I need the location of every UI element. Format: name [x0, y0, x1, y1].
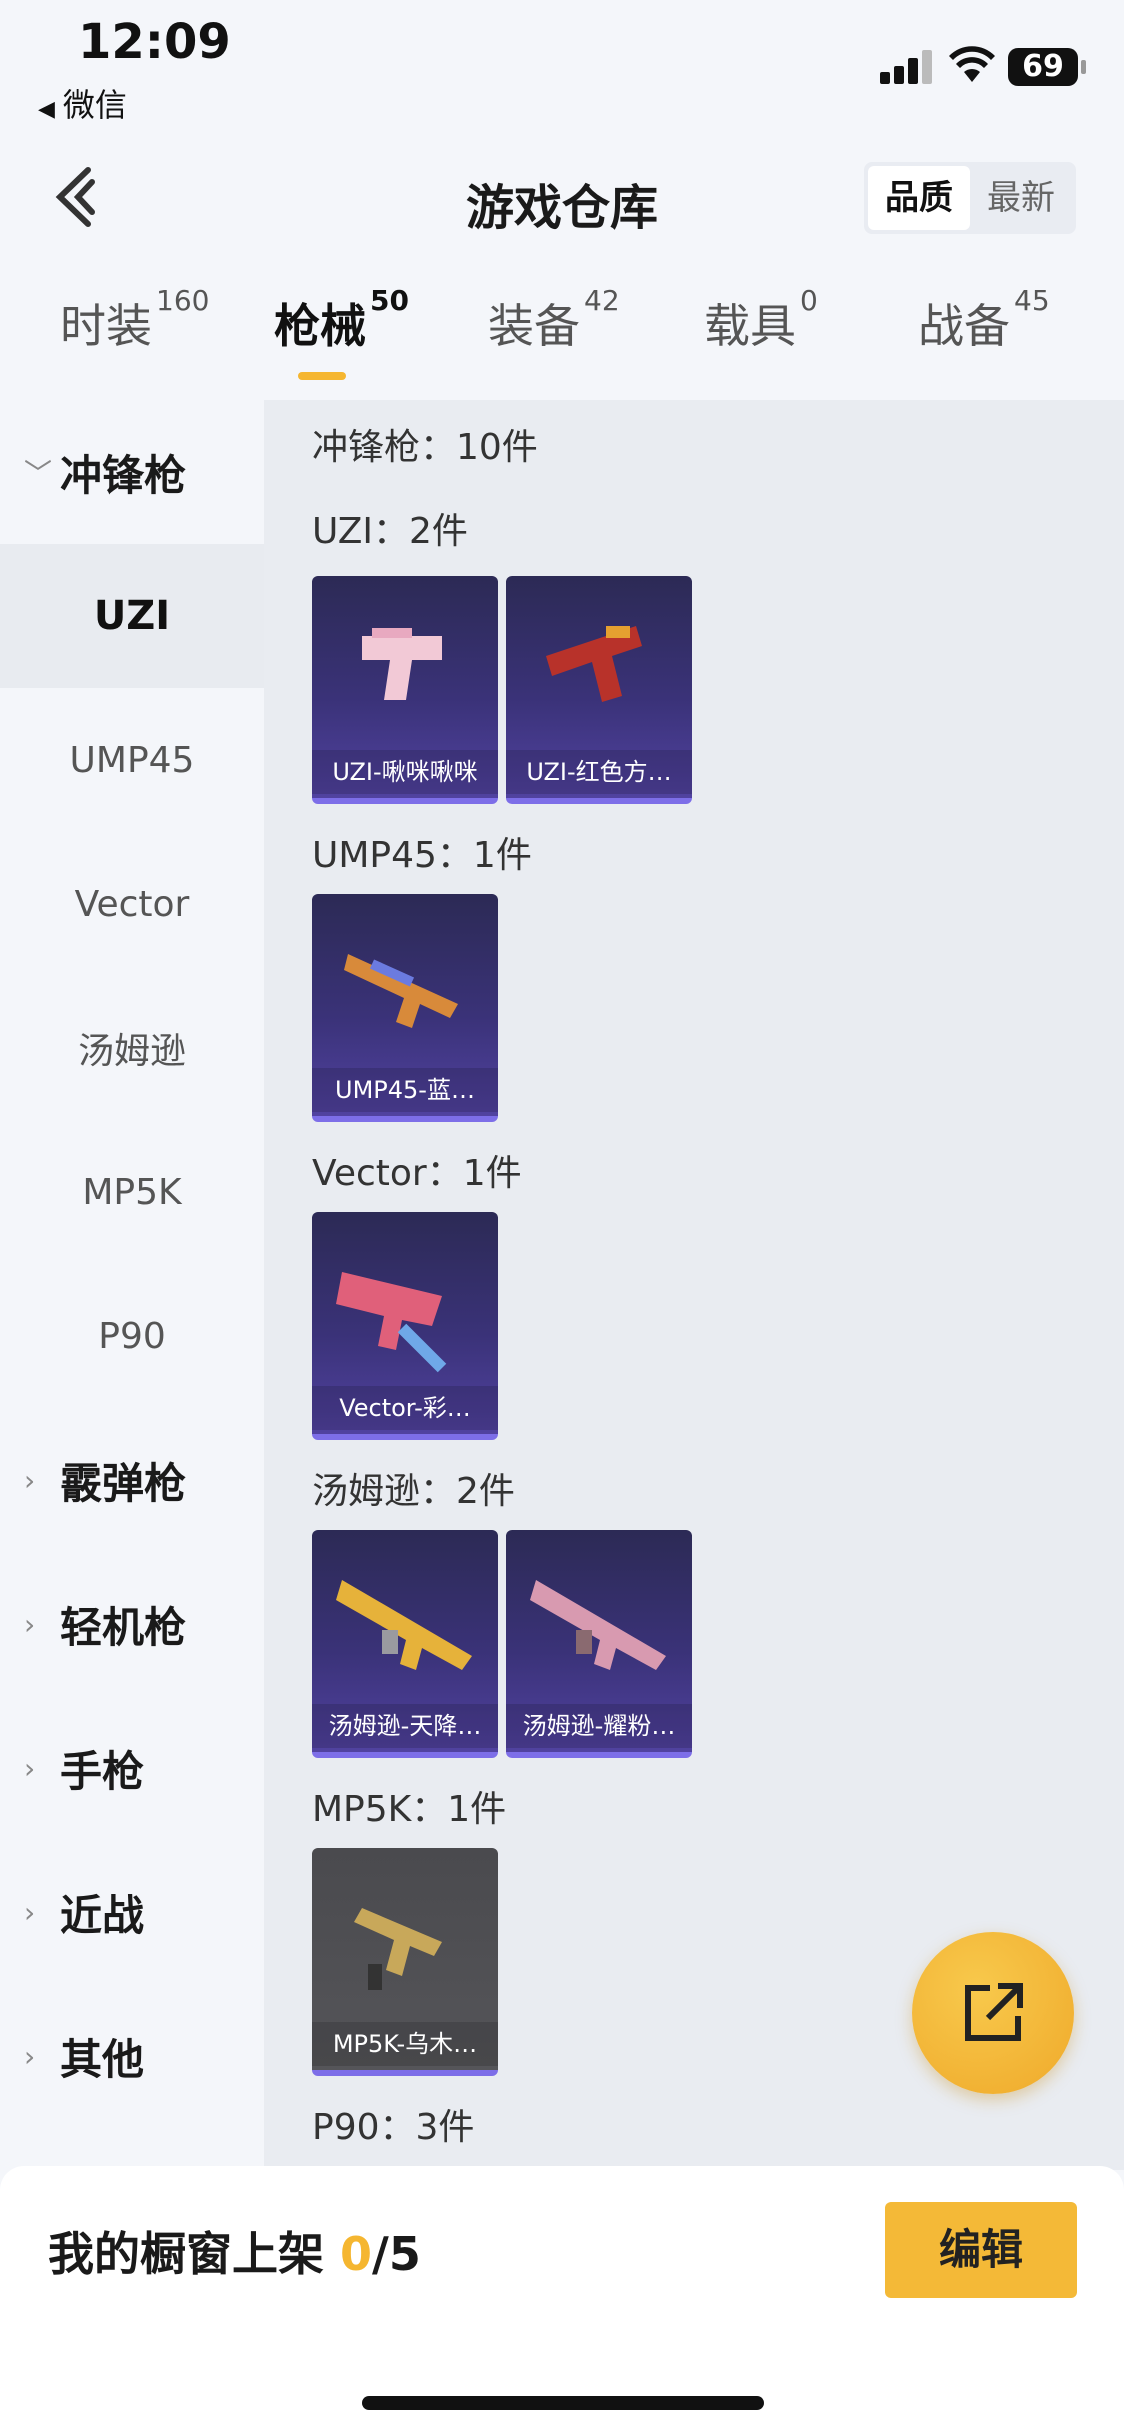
uzi-red-gun-icon — [546, 626, 642, 702]
tab-fashion[interactable]: 时装 160 — [60, 284, 209, 356]
wifi-icon — [949, 46, 995, 82]
weapon-card[interactable]: UZI-红色方… — [506, 576, 692, 804]
sidebar-cat-melee[interactable]: › 近战 — [0, 1840, 264, 1984]
tab-equipment[interactable]: 装备 42 — [488, 284, 620, 356]
sidebar-cat-smg[interactable]: ﹀ 冲锋枪 — [0, 400, 264, 544]
group-label-ump45: UMP45：1件 — [312, 835, 532, 876]
back-to-app[interactable]: ◀ 微信 — [38, 80, 127, 126]
mp5k-gun-icon — [354, 1908, 442, 1990]
weapon-card-name: UMP45-蓝… — [312, 1068, 498, 1112]
chevron-right-icon: › — [24, 1751, 36, 1785]
edit-button[interactable]: 编辑 — [885, 2202, 1077, 2298]
sidebar-item-uzi[interactable]: UZI — [0, 544, 264, 688]
weapon-list: 冲锋枪：10件 UZI：2件 UZI-啾咪啾咪 UZI-红色方… UMP45：1… — [264, 400, 1124, 2170]
tab-label: 载具 — [704, 299, 796, 353]
sort-newest-button[interactable]: 最新 — [970, 166, 1072, 230]
sort-toggle: 品质 最新 — [864, 162, 1076, 234]
weapon-card-name: Vector-彩… — [312, 1386, 498, 1430]
group-label-uzi: UZI：2件 — [312, 511, 468, 552]
sidebar-cat-label: 其他 — [60, 2034, 145, 2084]
external-link-icon — [965, 1983, 1023, 2041]
sidebar-cat-label: 近战 — [60, 1890, 145, 1940]
tab-label: 时装 — [60, 299, 152, 353]
back-triangle-icon: ◀ — [38, 97, 55, 122]
tab-supplies[interactable]: 战备 45 — [918, 284, 1050, 356]
showcase-label: 我的橱窗上架 0/5 — [48, 2218, 421, 2284]
tab-count: 0 — [800, 284, 818, 317]
battery-icon: 69 — [1008, 48, 1086, 86]
chevron-right-icon: › — [24, 1607, 36, 1641]
chevron-right-icon: › — [24, 1463, 36, 1497]
sidebar-cat-lmg[interactable]: › 轻机枪 — [0, 1552, 264, 1696]
home-indicator[interactable] — [362, 2396, 764, 2410]
group-label-mp5k: MP5K：1件 — [312, 1789, 507, 1830]
group-label-vector: Vector：1件 — [312, 1153, 522, 1194]
sidebar-item-ump45[interactable]: UMP45 — [0, 688, 264, 832]
tab-guns[interactable]: 枪械 50 — [274, 284, 409, 356]
chevron-down-icon: ﹀ — [24, 457, 53, 490]
thompson-pink-gun-icon — [530, 1580, 666, 1670]
weapon-card-name: 汤姆逊-天降… — [312, 1704, 498, 1748]
group-label-thompson: 汤姆逊：2件 — [312, 1471, 515, 1512]
sidebar-cat-label: 冲锋枪 — [60, 450, 187, 500]
header: 游戏仓库 品质 最新 — [0, 140, 1124, 250]
sidebar-cat-shotgun[interactable]: › 霰弹枪 — [0, 1408, 264, 1552]
weapon-card-name: MP5K-乌木… — [312, 2022, 498, 2066]
sidebar: ﹀ 冲锋枪 UZI UMP45 Vector 汤姆逊 MP5K P90 › 霰弹枪 … — [0, 400, 264, 2170]
weapon-card[interactable]: Vector-彩… — [312, 1212, 498, 1440]
tab-label: 装备 — [488, 299, 580, 353]
showcase-total: /5 — [372, 2227, 421, 2281]
ump45-gun-icon — [344, 954, 458, 1028]
weapon-card-name: UZI-红色方… — [506, 750, 692, 794]
sidebar-cat-label: 霰弹枪 — [60, 1458, 187, 1508]
uzi-pink-gun-icon — [362, 628, 442, 700]
sidebar-item-p90[interactable]: P90 — [0, 1264, 264, 1408]
showcase-label-text: 我的橱窗上架 — [48, 2227, 324, 2281]
weapon-card[interactable]: 汤姆逊-天降… — [312, 1530, 498, 1758]
status-bar: 12:09 ◀ 微信 69 — [0, 0, 1124, 130]
tab-label: 枪械 — [274, 299, 366, 353]
weapon-card[interactable]: MP5K-乌木… — [312, 1848, 498, 2076]
weapon-card[interactable]: UZI-啾咪啾咪 — [312, 576, 498, 804]
tab-count: 42 — [584, 284, 620, 317]
tab-count: 50 — [370, 284, 409, 317]
category-summary: 冲锋枪：10件 — [312, 427, 538, 468]
category-tabs: 时装 160 枪械 50 装备 42 载具 0 战备 45 — [0, 284, 1124, 390]
sidebar-cat-other[interactable]: › 其他 — [0, 1984, 264, 2128]
share-fab-button[interactable] — [912, 1932, 1074, 2094]
weapon-card[interactable]: 汤姆逊-耀粉… — [506, 1530, 692, 1758]
tab-count: 45 — [1014, 284, 1050, 317]
clock: 12:09 — [78, 14, 231, 70]
sidebar-cat-label: 手枪 — [60, 1746, 145, 1796]
weapon-card[interactable]: UMP45-蓝… — [312, 894, 498, 1122]
weapon-card-name: 汤姆逊-耀粉… — [506, 1704, 692, 1748]
sidebar-cat-label: 轻机枪 — [60, 1602, 187, 1652]
vector-gun-icon — [336, 1272, 447, 1373]
sidebar-item-thompson[interactable]: 汤姆逊 — [0, 976, 264, 1120]
chevron-right-icon: › — [24, 2039, 36, 2073]
group-label-p90: P90：3件 — [312, 2107, 475, 2148]
cellular-signal-icon — [880, 48, 934, 84]
tab-count: 160 — [156, 284, 210, 317]
active-tab-indicator — [298, 372, 346, 380]
showcase-count: 0 — [340, 2227, 373, 2281]
sidebar-item-vector[interactable]: Vector — [0, 832, 264, 976]
tab-vehicles[interactable]: 载具 0 — [704, 284, 818, 356]
chevron-right-icon: › — [24, 1895, 36, 1929]
back-app-label: 微信 — [62, 86, 127, 124]
sort-quality-button[interactable]: 品质 — [868, 166, 970, 230]
thompson-gold-gun-icon — [336, 1580, 472, 1670]
sidebar-cat-pistol[interactable]: › 手枪 — [0, 1696, 264, 1840]
tab-label: 战备 — [918, 299, 1010, 353]
sidebar-item-mp5k[interactable]: MP5K — [0, 1120, 264, 1264]
weapon-card-name: UZI-啾咪啾咪 — [312, 750, 498, 794]
